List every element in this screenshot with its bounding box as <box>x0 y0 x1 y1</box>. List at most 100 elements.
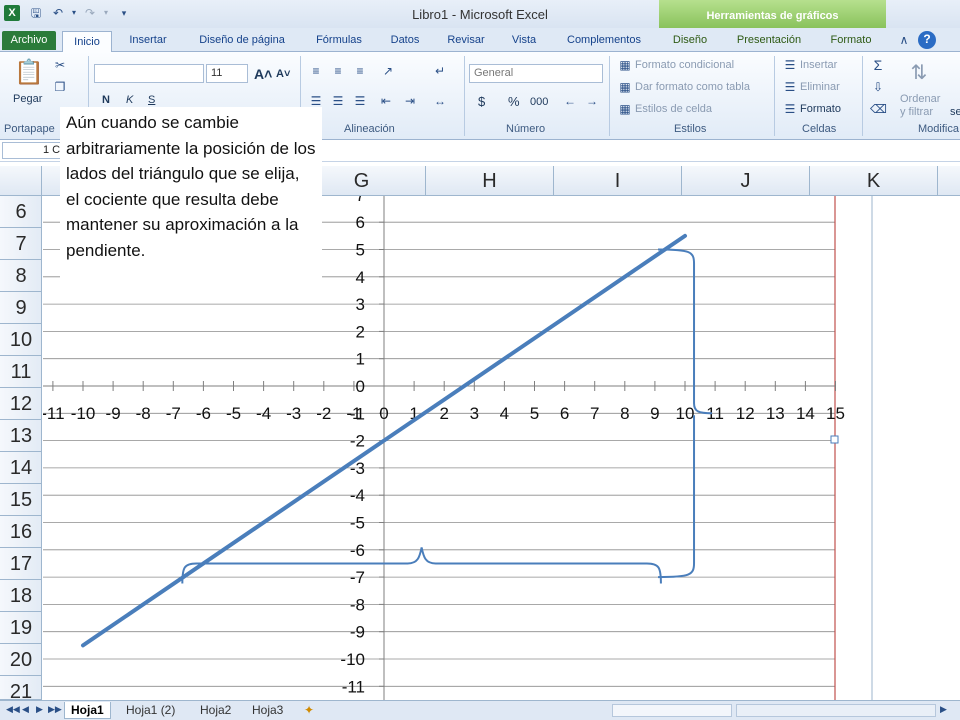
row-header[interactable]: 8 <box>0 260 42 292</box>
tab-insert[interactable]: Insertar <box>120 32 176 52</box>
underline-button[interactable]: S <box>148 94 155 106</box>
increase-indent-icon[interactable]: ⇥ <box>402 94 418 108</box>
chart-tools-tab-group: Herramientas de gráficos <box>659 0 886 30</box>
align-bottom-icon[interactable]: ≡ <box>352 64 368 78</box>
chart-resize-handle[interactable] <box>830 435 839 444</box>
shrink-font-icon[interactable]: A˅ <box>276 68 290 80</box>
copy-icon[interactable]: ❐ <box>52 80 68 94</box>
increase-decimal-icon[interactable]: ← <box>562 94 578 108</box>
sheet-tab-hoja3[interactable]: Hoja3 <box>246 702 289 719</box>
sheet-tab-hoja1-2[interactable]: Hoja1 (2) <box>120 702 181 719</box>
bold-button[interactable]: N <box>102 94 110 106</box>
align-left-icon[interactable]: ☰ <box>308 94 324 108</box>
minimize-ribbon-icon[interactable]: ∧ <box>896 32 912 48</box>
row-header[interactable]: 11 <box>0 356 42 388</box>
row-header[interactable]: 10 <box>0 324 42 356</box>
font-name-select[interactable] <box>94 64 204 83</box>
name-box[interactable]: 1 C <box>2 142 62 159</box>
align-center-icon[interactable]: ☰ <box>330 94 346 108</box>
tab-chart-layout[interactable]: Presentación <box>728 32 810 52</box>
horizontal-scrollbar-thumb[interactable] <box>736 704 936 717</box>
tab-formulas[interactable]: Fórmulas <box>306 32 372 52</box>
row-header[interactable]: 14 <box>0 452 42 484</box>
first-sheet-icon[interactable]: ◀◀ <box>6 704 20 715</box>
decrease-indent-icon[interactable]: ⇤ <box>378 94 394 108</box>
align-top-icon[interactable]: ≡ <box>308 64 324 78</box>
italic-button[interactable]: K <box>126 94 133 106</box>
horizontal-scrollbar-track[interactable] <box>612 704 732 717</box>
row-header[interactable]: 9 <box>0 292 42 324</box>
grow-font-icon[interactable]: A˄ <box>254 66 272 82</box>
format-cells-icon[interactable]: ☰ <box>782 102 798 116</box>
row-header[interactable]: 6 <box>0 196 42 228</box>
thousands-button[interactable]: 000 <box>530 96 548 108</box>
row-header[interactable]: 16 <box>0 516 42 548</box>
sheet-tab-hoja1[interactable]: Hoja1 <box>64 702 111 719</box>
select-all-corner[interactable] <box>0 166 42 196</box>
tab-chart-format[interactable]: Formato <box>822 32 880 52</box>
align-right-icon[interactable]: ☰ <box>352 94 368 108</box>
row-header[interactable]: 19 <box>0 612 42 644</box>
tab-file[interactable]: Archivo <box>2 31 56 50</box>
font-size-select[interactable]: 11 <box>206 64 248 83</box>
help-icon[interactable]: ? <box>918 31 936 49</box>
align-middle-icon[interactable]: ≡ <box>330 64 346 78</box>
column-header-i[interactable]: I <box>554 166 682 196</box>
insert-cells-button[interactable]: Insertar <box>800 59 837 71</box>
cell-styles-icon[interactable]: ▦ <box>617 102 633 116</box>
last-sheet-icon[interactable]: ▶▶ <box>48 704 62 715</box>
editing-group-label: Modifica <box>918 123 959 135</box>
conditional-format-icon[interactable]: ▦ <box>617 58 633 72</box>
tab-page-layout[interactable]: Diseño de página <box>186 32 298 52</box>
row-header[interactable]: 7 <box>0 228 42 260</box>
tab-chart-design[interactable]: Diseño <box>664 32 716 52</box>
tab-addins[interactable]: Complementos <box>556 32 652 52</box>
percent-button[interactable]: % <box>508 94 520 109</box>
row-header[interactable]: 21 <box>0 676 42 703</box>
row-header[interactable]: 13 <box>0 420 42 452</box>
sheet-tab-hoja2[interactable]: Hoja2 <box>194 702 237 719</box>
prev-sheet-icon[interactable]: ◀ <box>22 704 29 715</box>
find-select-partial[interactable]: se <box>950 106 960 118</box>
tab-review[interactable]: Revisar <box>438 32 494 52</box>
tab-home[interactable]: Inicio <box>62 31 112 53</box>
insert-sheet-icon[interactable]: ✦ <box>298 702 320 719</box>
merge-center-icon[interactable]: ↔ <box>432 94 448 108</box>
column-header-h[interactable]: H <box>426 166 554 196</box>
delete-cells-icon[interactable]: ☰ <box>782 80 798 94</box>
column-header-k[interactable]: K <box>810 166 938 196</box>
sort-filter-line2[interactable]: y filtrar <box>900 106 933 118</box>
conditional-format-button[interactable]: Formato condicional <box>635 59 734 71</box>
paste-icon[interactable]: 📋 <box>14 58 44 88</box>
cut-icon[interactable]: ✂ <box>52 58 68 72</box>
tab-view[interactable]: Vista <box>502 32 546 52</box>
insert-cells-icon[interactable]: ☰ <box>782 58 798 72</box>
format-table-icon[interactable]: ▦ <box>617 80 633 94</box>
autosum-icon[interactable]: Σ <box>870 58 886 72</box>
row-header[interactable]: 17 <box>0 548 42 580</box>
number-format-select[interactable]: General <box>469 64 603 83</box>
format-cells-button[interactable]: Formato <box>800 103 841 115</box>
tab-data[interactable]: Datos <box>382 32 428 52</box>
row-header[interactable]: 20 <box>0 644 42 676</box>
currency-button[interactable]: $ <box>478 94 485 109</box>
column-header-j[interactable]: J <box>682 166 810 196</box>
next-sheet-icon[interactable]: ▶ <box>36 704 43 715</box>
column-header-l[interactable] <box>938 166 960 196</box>
row-header[interactable]: 15 <box>0 484 42 516</box>
fill-icon[interactable]: ⇩ <box>870 80 886 94</box>
paste-button[interactable]: Pegar <box>13 93 42 105</box>
orientation-icon[interactable]: ↗ <box>380 64 396 78</box>
sort-filter-line1[interactable]: Ordenar <box>900 93 940 105</box>
delete-cells-button[interactable]: Eliminar <box>800 81 840 93</box>
row-header[interactable]: 12 <box>0 388 42 420</box>
row-header[interactable]: 18 <box>0 580 42 612</box>
format-as-table-button[interactable]: Dar formato como tabla <box>635 81 750 93</box>
scroll-right-icon[interactable]: ▶ <box>940 704 947 715</box>
wrap-text-icon[interactable]: ↵ <box>432 64 448 78</box>
decrease-decimal-icon[interactable]: → <box>584 94 600 108</box>
cell-styles-button[interactable]: Estilos de celda <box>635 103 712 115</box>
clear-icon[interactable]: ⌫ <box>870 102 887 116</box>
callout-textbox[interactable]: Aún cuando se cambie arbitrariamente la … <box>60 107 322 289</box>
sort-filter-icon[interactable]: ⇅ <box>904 58 934 88</box>
